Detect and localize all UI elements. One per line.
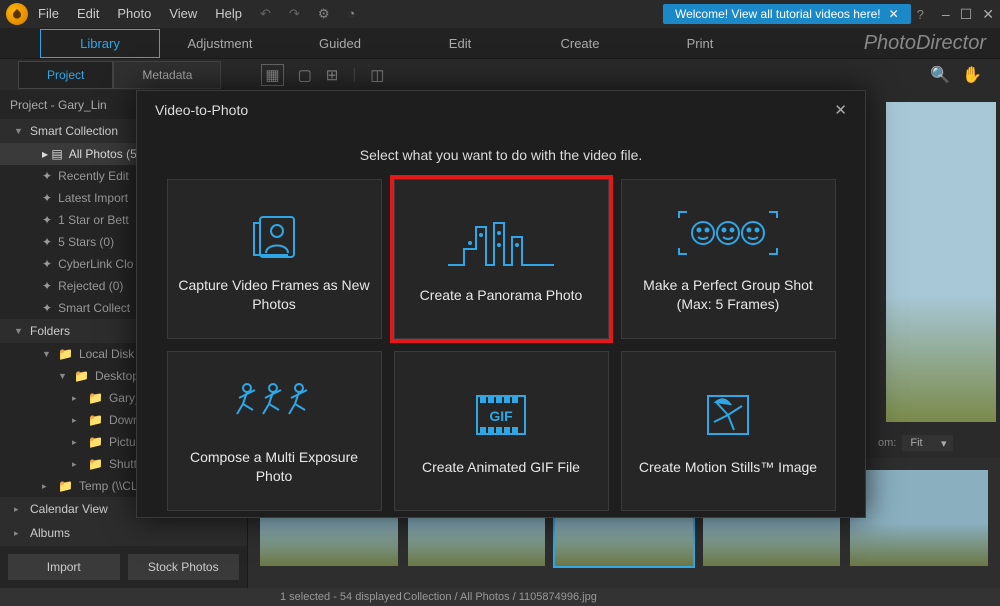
welcome-tip[interactable]: Welcome! View all tutorial videos here! …: [663, 4, 911, 24]
titlebar: File Edit Photo View Help ↶ ↷ ⚙ ◔ Welcom…: [0, 0, 1000, 28]
welcome-tip-text: Welcome! View all tutorial videos here!: [675, 7, 881, 21]
zoom-bar: om: Fit▾: [878, 435, 996, 451]
branding-text: PhotoDirector: [864, 32, 986, 55]
tab-edit[interactable]: Edit: [400, 30, 520, 57]
main-tabs: Library Adjustment Guided Edit Create Pr…: [0, 28, 1000, 58]
help-icon[interactable]: ?: [917, 7, 924, 22]
option-label: Create a Panorama Photo: [420, 286, 583, 305]
thumbnail[interactable]: [850, 470, 988, 566]
zoom-label: om:: [878, 437, 896, 449]
redo-icon[interactable]: ↷: [289, 6, 300, 22]
gif-film-icon: GIF: [471, 386, 531, 444]
app-logo: [6, 3, 28, 25]
option-panorama[interactable]: Create a Panorama Photo: [394, 179, 609, 339]
view-grid-icon[interactable]: ▦: [261, 64, 283, 86]
zoom-select[interactable]: Fit▾: [902, 435, 952, 451]
view-compare-icon[interactable]: ◫: [370, 66, 384, 84]
runners-icon: [229, 376, 319, 434]
view-thumbs-icon[interactable]: ⊞: [326, 66, 339, 84]
option-label: Create Animated GIF File: [422, 458, 580, 477]
option-capture-frames[interactable]: Capture Video Frames as New Photos: [167, 179, 382, 339]
window-maximize[interactable]: ☐: [960, 6, 973, 23]
view-single-icon[interactable]: ▢: [298, 66, 312, 84]
menu-file[interactable]: File: [38, 6, 59, 22]
close-icon[interactable]: ✕: [889, 7, 899, 21]
toolbar-row: Project Metadata ▦ ▢ ⊞ | ◫ 🔍 ✋: [0, 58, 1000, 90]
menu-help[interactable]: Help: [215, 6, 242, 22]
tab-metadata[interactable]: Metadata: [113, 61, 221, 89]
chevron-down-icon: ▾: [941, 437, 947, 450]
search-icon[interactable]: 🔍: [930, 65, 950, 85]
option-animated-gif[interactable]: GIF Create Animated GIF File: [394, 351, 609, 511]
tab-print[interactable]: Print: [640, 30, 760, 57]
dialog-subtitle: Select what you want to do with the vide…: [137, 129, 865, 171]
menu-bar: File Edit Photo View Help ↶ ↷ ⚙ ◔: [38, 6, 355, 22]
view-divider: |: [352, 66, 356, 83]
svg-text:GIF: GIF: [489, 408, 513, 424]
menu-view[interactable]: View: [169, 6, 197, 22]
option-label: Make a Perfect Group Shot (Max: 5 Frames…: [632, 276, 825, 314]
option-label: Capture Video Frames as New Photos: [178, 276, 371, 314]
albums-header[interactable]: ▸Albums: [0, 521, 247, 545]
option-label: Create Motion Stills™ Image: [639, 458, 817, 477]
option-multi-exposure[interactable]: Compose a Multi Exposure Photo: [167, 351, 382, 511]
status-bar: 1 selected - 54 displayed Collection / A…: [0, 588, 1000, 606]
gear-icon[interactable]: ⚙: [318, 6, 330, 22]
tab-guided[interactable]: Guided: [280, 30, 400, 57]
menu-edit[interactable]: Edit: [77, 6, 99, 22]
dialog-options-grid: Capture Video Frames as New Photos Creat…: [137, 171, 865, 519]
hand-icon[interactable]: ✋: [962, 65, 982, 85]
video-to-photo-dialog: Video-to-Photo ✕ Select what you want to…: [136, 90, 866, 518]
pinwheel-icon: [700, 386, 756, 444]
menu-photo[interactable]: Photo: [117, 6, 151, 22]
window-minimize[interactable]: –: [942, 6, 950, 23]
smiley-group-icon: [673, 204, 783, 262]
user-icon[interactable]: ◔: [348, 6, 356, 22]
project-title-text: Project - Gary_Lin: [10, 98, 107, 112]
skyline-icon: [446, 214, 556, 272]
undo-icon[interactable]: ↶: [260, 6, 271, 22]
option-label: Compose a Multi Exposure Photo: [178, 448, 371, 486]
photo-preview[interactable]: [886, 102, 996, 422]
option-group-shot[interactable]: Make a Perfect Group Shot (Max: 5 Frames…: [621, 179, 836, 339]
window-close[interactable]: ✕: [982, 6, 994, 23]
dialog-title: Video-to-Photo: [155, 102, 248, 118]
option-motion-stills[interactable]: Create Motion Stills™ Image: [621, 351, 836, 511]
person-stack-icon: [244, 204, 304, 262]
tab-library[interactable]: Library: [40, 29, 160, 58]
import-button[interactable]: Import: [8, 554, 120, 580]
tab-adjustment[interactable]: Adjustment: [160, 30, 280, 57]
status-path: Collection / All Photos / 1105874996.jpg: [403, 591, 597, 603]
status-selection: 1 selected - 54 displayed: [280, 591, 402, 603]
dialog-close-icon[interactable]: ✕: [834, 101, 847, 119]
tab-project[interactable]: Project: [18, 61, 113, 89]
tab-create[interactable]: Create: [520, 30, 640, 57]
stock-photos-button[interactable]: Stock Photos: [128, 554, 240, 580]
